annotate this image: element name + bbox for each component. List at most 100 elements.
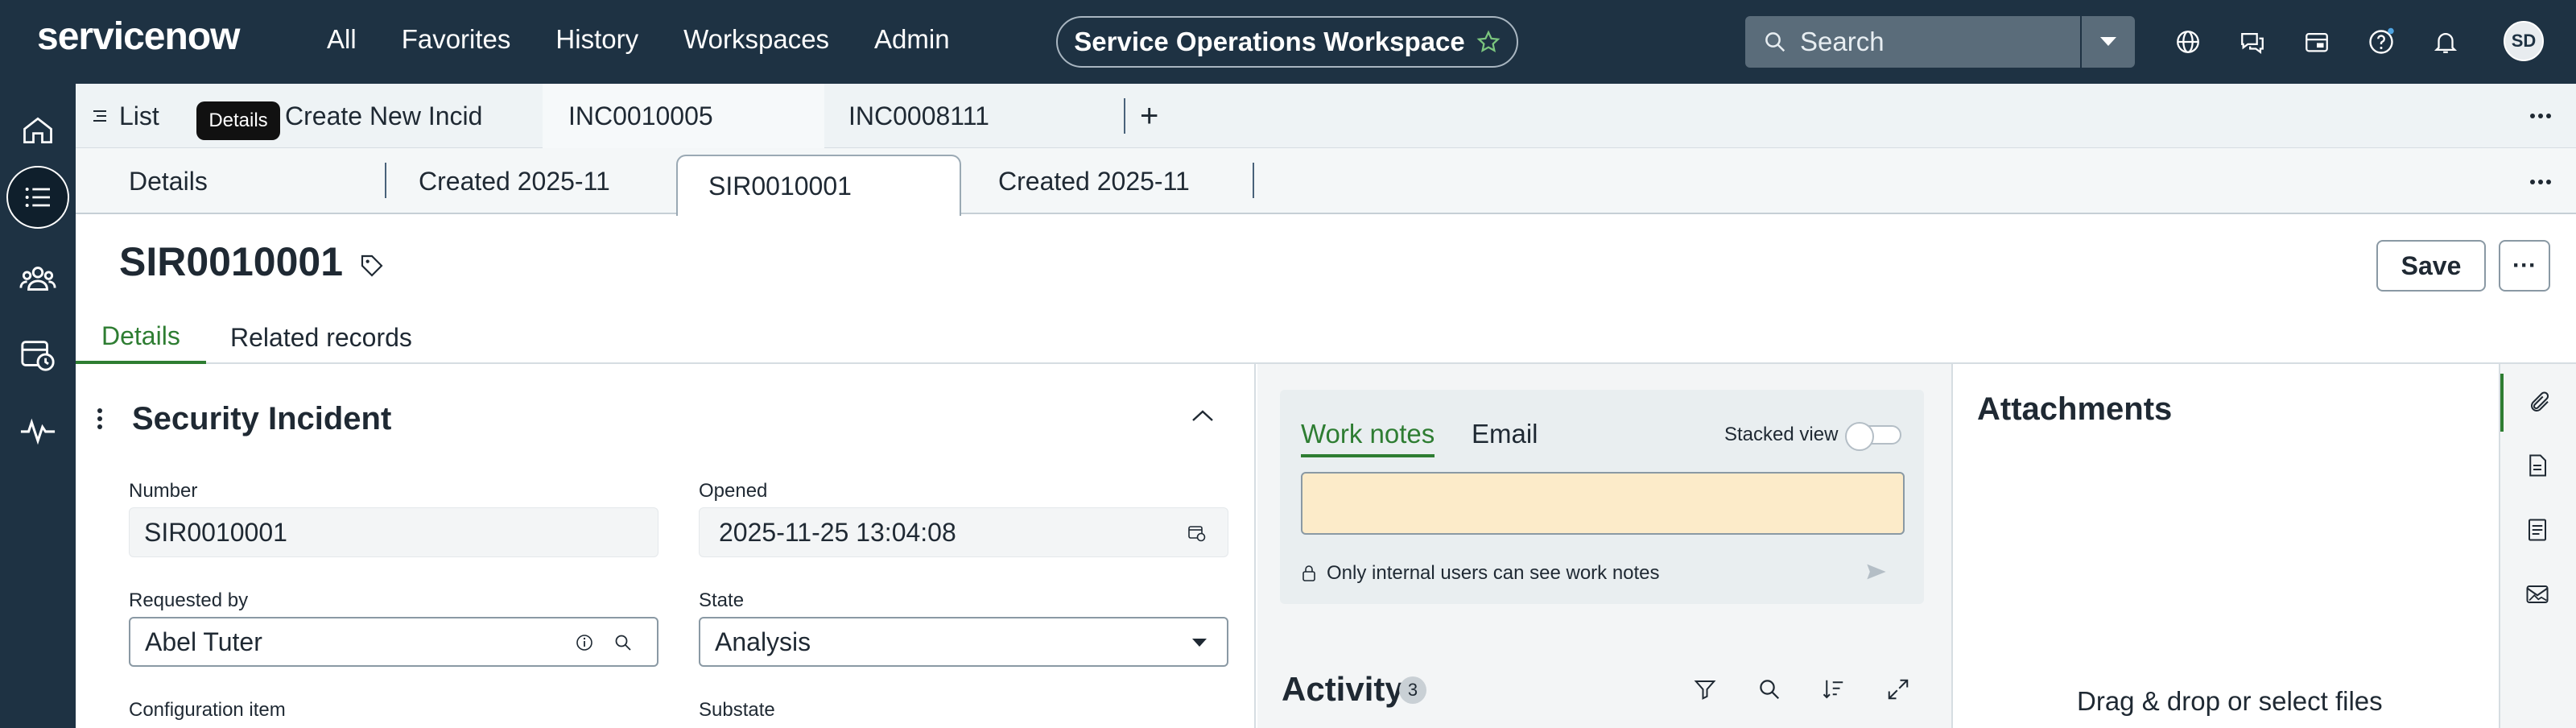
chat-icon[interactable] [2235, 24, 2270, 60]
subtab-created-1[interactable]: Created 2025-11 [419, 148, 628, 214]
servicenow-logo[interactable]: servicenow [37, 14, 240, 59]
user-avatar[interactable]: SD [2504, 21, 2544, 61]
collapse-chevron-up-icon[interactable] [1185, 398, 1220, 433]
work-notes-textarea[interactable] [1301, 472, 1905, 535]
record-detail-tabs: Details Related records [76, 311, 2576, 364]
search-icon[interactable] [1752, 672, 1787, 707]
global-search-input[interactable]: Search [1745, 16, 2080, 68]
subtab-details[interactable]: Details [129, 148, 208, 214]
tab-divider [1124, 98, 1125, 134]
filter-icon[interactable] [1687, 672, 1723, 707]
star-icon[interactable] [1476, 30, 1501, 54]
opened-value: 2025-11-25 13:04:08 [719, 517, 956, 547]
schedule-icon[interactable] [14, 330, 62, 378]
list-tab[interactable]: List [90, 84, 159, 148]
email-image-icon[interactable] [2520, 577, 2555, 612]
substate-label: Substate [699, 699, 775, 721]
sort-icon[interactable] [1816, 672, 1852, 707]
tab-related-records[interactable]: Related records [230, 311, 412, 364]
list-tab-label: List [119, 101, 159, 130]
state-select[interactable]: Analysis [699, 617, 1228, 667]
opened-label: Opened [699, 480, 768, 502]
number-field[interactable]: SIR0010001 [129, 507, 658, 557]
tab-label: INC0010005 [568, 101, 713, 130]
add-tab-button[interactable]: + [1140, 84, 1158, 148]
attachments-title: Attachments [1977, 391, 2173, 427]
subtab-created-2[interactable]: Created 2025-11 [998, 148, 1209, 214]
drop-zone-text[interactable]: Drag & drop or select files [2077, 686, 2383, 717]
tab-create-new-incident[interactable]: Create New Incid [285, 84, 536, 148]
tab-inc0010005[interactable]: INC0010005 [543, 84, 824, 148]
globe-icon[interactable] [2170, 24, 2206, 60]
drag-handle-icon[interactable] [85, 401, 114, 436]
nav-workspaces[interactable]: Workspaces [683, 24, 829, 55]
number-label: Number [129, 480, 198, 502]
expand-icon[interactable] [1880, 672, 1916, 707]
search-scope-dropdown[interactable] [2082, 16, 2135, 68]
search-icon [1765, 32, 1785, 52]
nav-favorites[interactable]: Favorites [402, 24, 511, 55]
document-icon[interactable] [2520, 448, 2555, 483]
workspace-tab-bar: List Create New Incid INC0010005 INC0008… [76, 84, 2576, 148]
stacked-view-label: Stacked view [1724, 424, 1839, 445]
tab-label: INC0008111 [848, 101, 989, 130]
stacked-view-toggle[interactable] [1845, 422, 1901, 451]
tooltip: Details [196, 101, 280, 140]
subtab-label: Created 2025-11 [998, 166, 1190, 196]
calendar-clock-icon[interactable] [1187, 523, 1207, 543]
state-label: State [699, 589, 745, 611]
main-nav: All Favorites History Workspaces Admin [327, 24, 950, 55]
tab-divider [385, 163, 386, 198]
subtab-label: Details [129, 166, 208, 196]
tab-details[interactable]: Details [76, 311, 206, 364]
list-icon[interactable] [6, 166, 69, 229]
activity-count-badge: 3 [1399, 676, 1426, 704]
send-icon[interactable] [1864, 560, 1889, 583]
more-options-icon[interactable] [2523, 98, 2558, 134]
number-value: SIR0010001 [144, 517, 287, 547]
section-title: Security Incident [132, 401, 392, 436]
workspace-name: Service Operations Workspace [1074, 27, 1465, 56]
chevron-down-icon [1192, 639, 1207, 647]
more-options-icon[interactable] [2523, 164, 2558, 200]
people-icon[interactable] [14, 254, 62, 303]
internal-note-text: Only internal users can see work notes [1327, 562, 1660, 584]
requested-by-value: Abel Tuter [145, 627, 262, 656]
requested-by-label: Requested by [129, 589, 249, 611]
tab-inc0008111[interactable]: INC0008111 [848, 84, 1106, 148]
record-title: SIR0010001 [119, 239, 344, 284]
chevron-down-icon [2100, 37, 2116, 46]
top-navigation-bar: servicenow All Favorites History Workspa… [0, 0, 2576, 84]
list-menu-icon [93, 110, 106, 122]
email-tab[interactable]: Email [1472, 419, 1538, 449]
nav-admin[interactable]: Admin [874, 24, 950, 55]
activity-title: Activity [1282, 670, 1404, 708]
subtab-sir0010001[interactable]: SIR0010001 [676, 155, 961, 216]
configuration-item-label: Configuration item [129, 699, 286, 721]
nav-history[interactable]: History [555, 24, 638, 55]
nav-all[interactable]: All [327, 24, 357, 55]
tag-icon[interactable] [354, 248, 390, 283]
help-icon[interactable] [2363, 24, 2399, 60]
tab-divider [1253, 163, 1254, 198]
requested-by-field[interactable]: Abel Tuter [129, 617, 658, 667]
home-icon[interactable] [14, 106, 62, 155]
lock-icon [1302, 565, 1315, 581]
calendar-card-icon[interactable] [2299, 24, 2334, 60]
subtab-label: Created 2025-11 [419, 166, 610, 196]
state-value: Analysis [715, 627, 811, 656]
record-tab-bar: Details Created 2025-11 SIR0010001 Creat… [76, 148, 2576, 216]
search-icon[interactable] [613, 633, 633, 652]
work-notes-tab[interactable]: Work notes [1301, 419, 1435, 457]
workspace-switcher[interactable]: Service Operations Workspace [1056, 16, 1518, 68]
notes-icon[interactable] [2520, 512, 2555, 548]
notifications-bell-icon[interactable] [2428, 24, 2463, 60]
record-more-button[interactable]: ··· [2499, 240, 2550, 292]
tab-label: Create New Incid [285, 101, 483, 130]
save-button[interactable]: Save [2376, 240, 2486, 292]
left-rail [0, 84, 76, 728]
activity-pulse-icon[interactable] [14, 406, 62, 454]
attachment-paperclip-icon[interactable] [2500, 374, 2576, 432]
info-icon[interactable] [575, 633, 594, 652]
opened-field[interactable]: 2025-11-25 13:04:08 [699, 507, 1228, 557]
